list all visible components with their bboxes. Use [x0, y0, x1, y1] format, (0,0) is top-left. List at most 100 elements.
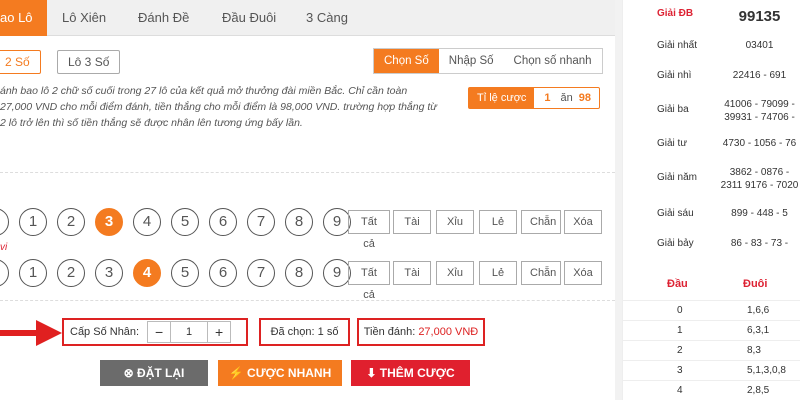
tab-bao-lo[interactable]: ao Lô — [0, 0, 47, 36]
tab-3-cang[interactable]: 3 Càng — [306, 0, 348, 36]
header-duoi: Đuôi — [743, 278, 768, 290]
tab-danh-de[interactable]: Đánh Đề — [138, 0, 189, 36]
digit-ball[interactable]: 1 — [19, 259, 47, 287]
tab-dau-duoi[interactable]: Đầu Đuôi — [222, 0, 276, 36]
game-description: ánh bao lô 2 chữ số cuối trong 27 lô của… — [0, 85, 437, 129]
prize-number: 22416 - 691 — [732, 70, 787, 81]
tail-digits: 8,3 — [747, 345, 761, 356]
arrow-down-icon: ⬇ — [366, 366, 380, 380]
quick-le-button[interactable]: Lẻ — [479, 210, 517, 234]
mode-chon-so[interactable]: Chọn Số — [374, 49, 439, 73]
mode-switch: Chọn Số Nhập Số Chọn số nhanh — [373, 48, 603, 74]
prize-name: Giải sáu — [657, 208, 694, 219]
digit-ball[interactable]: 9 — [323, 208, 351, 236]
digit-ball[interactable]: 1 — [19, 208, 47, 236]
prize-number: 86 - 83 - 73 - — [730, 238, 789, 249]
tail-digits: 6,3,1 — [747, 325, 770, 336]
divider — [0, 172, 615, 173]
quick-tai-button[interactable]: Tài — [393, 210, 431, 234]
quick-bet-label: CƯỢC NHANH — [247, 366, 332, 380]
quick-clear-button[interactable]: Xóa — [564, 261, 602, 285]
digit-ball[interactable]: 8 — [285, 259, 313, 287]
quick-xiu-button[interactable]: Xỉu — [436, 210, 474, 234]
prize-number: 4730 - 1056 - 76 — [722, 138, 797, 149]
table-row: 0 1,6,6 — [623, 300, 800, 320]
digit-ball[interactable]: 3 — [95, 259, 123, 287]
result-row: Giải ba 41006 - 79099 - 39931 - 74706 - — [623, 98, 800, 126]
quick-xiu-button[interactable]: Xỉu — [436, 261, 474, 285]
result-row: Giải năm 3862 - 0876 - 2311 9176 - 7020 — [623, 166, 800, 194]
prize-name: Giải ba — [657, 104, 689, 115]
chosen-count-box: Đã chọn: 1 số — [259, 318, 350, 346]
digit-ball[interactable]: 4 — [133, 208, 161, 236]
digit-ball-selected[interactable]: 4 — [133, 259, 161, 287]
multiplier-input[interactable]: 1 — [170, 322, 209, 342]
quick-tai-button[interactable]: Tài — [393, 261, 431, 285]
subtab-lo-3-so[interactable]: Lô 3 Số — [57, 50, 121, 74]
head-digit: 0 — [677, 305, 683, 316]
quick-all-button[interactable]: Tất cả — [348, 210, 390, 250]
stake-value: 27,000 VNĐ — [418, 326, 479, 338]
digit-ball[interactable]: 0 — [0, 208, 9, 236]
prize-number: 99135 — [738, 8, 781, 25]
increment-button[interactable]: + — [208, 322, 230, 342]
odds-stake: 1 — [544, 92, 551, 104]
quick-clear-button[interactable]: Xóa — [564, 210, 602, 234]
prize-name: Giải nhất — [657, 40, 698, 51]
quick-le-button[interactable]: Lẻ — [479, 261, 517, 285]
tail-digits: 5,1,3,0,8 — [747, 365, 786, 376]
digit-ball[interactable]: 5 — [171, 259, 199, 287]
mode-nhap-so[interactable]: Nhập Số — [439, 49, 504, 73]
tab-lo-xien[interactable]: Lô Xiên — [62, 0, 106, 36]
head-digit: 4 — [677, 385, 683, 396]
prize-name: Giải tư — [657, 138, 688, 149]
digit-ball[interactable]: 7 — [247, 208, 275, 236]
quick-all-button[interactable]: Tất cả — [348, 261, 390, 301]
digit-ball[interactable]: 6 — [209, 259, 237, 287]
mode-chon-so-nhanh[interactable]: Chọn số nhanh — [504, 49, 602, 73]
odds-payout: 98 — [578, 92, 592, 104]
digit-ball[interactable]: 0 — [0, 259, 9, 287]
multiplier-stepper: − 1 + — [147, 321, 232, 343]
odds-an: ăn — [560, 92, 573, 104]
digit-ball[interactable]: 2 — [57, 208, 85, 236]
quick-chan-button[interactable]: Chẵn — [521, 210, 561, 234]
game-tabs: ao Lô Lô Xiên Đánh Đề Đầu Đuôi 3 Càng — [0, 0, 615, 36]
table-row: 3 5,1,3,0,8 — [623, 360, 800, 380]
betting-panel: ao Lô Lô Xiên Đánh Đề Đầu Đuôi 3 Càng 2 … — [0, 0, 615, 400]
prize-name: Giải nhì — [657, 70, 692, 81]
subtab-2-so[interactable]: 2 Số — [0, 50, 41, 74]
table-row: 4 2,8,5 — [623, 380, 800, 400]
quick-bet-button[interactable]: ⚡ CƯỢC NHANH — [218, 360, 342, 386]
odds-badge: Tỉ lệ cược 1 ăn 98 — [468, 87, 601, 109]
tail-digits: 1,6,6 — [747, 305, 770, 316]
digit-ball[interactable]: 8 — [285, 208, 313, 236]
prize-name: Giải năm — [657, 172, 698, 183]
digit-ball[interactable]: 2 — [57, 259, 85, 287]
odds-label: Tỉ lệ cược — [469, 88, 535, 108]
arrow-right-icon — [0, 320, 62, 346]
digit-ball[interactable]: 9 — [323, 259, 351, 287]
stake-label: Tiền đánh: — [363, 326, 416, 338]
header-dau: Đầu — [667, 278, 688, 290]
reset-button[interactable]: ⊗ ĐẶT LẠI — [100, 360, 208, 386]
digit-ball[interactable]: 6 — [209, 208, 237, 236]
results-panel: Giải ĐB 99135 Giải nhất 03401 Giải nhì 2… — [622, 0, 800, 400]
multiplier-box: Cấp Số Nhân: − 1 + — [62, 318, 248, 346]
prize-name: Giải ĐB — [657, 8, 694, 19]
decrement-button[interactable]: − — [148, 322, 170, 342]
digit-ball[interactable]: 7 — [247, 259, 275, 287]
reset-icon: ⊗ — [123, 366, 138, 380]
add-bet-button[interactable]: ⬇ THÊM CƯỢC — [351, 360, 470, 386]
head-digit: 3 — [677, 365, 683, 376]
prize-number: 41006 - 79099 - 39931 - 74706 - — [724, 99, 795, 123]
tail-digits: 2,8,5 — [747, 385, 770, 396]
digit-ball[interactable]: 5 — [171, 208, 199, 236]
row-label: vi — [0, 242, 8, 253]
digit-ball-selected[interactable]: 3 — [95, 208, 123, 236]
prize-number: 03401 — [745, 40, 774, 51]
quick-chan-button[interactable]: Chẵn — [521, 261, 561, 285]
divider — [0, 300, 615, 301]
reset-label: ĐẶT LẠI — [137, 366, 185, 380]
head-digit: 1 — [677, 325, 683, 336]
